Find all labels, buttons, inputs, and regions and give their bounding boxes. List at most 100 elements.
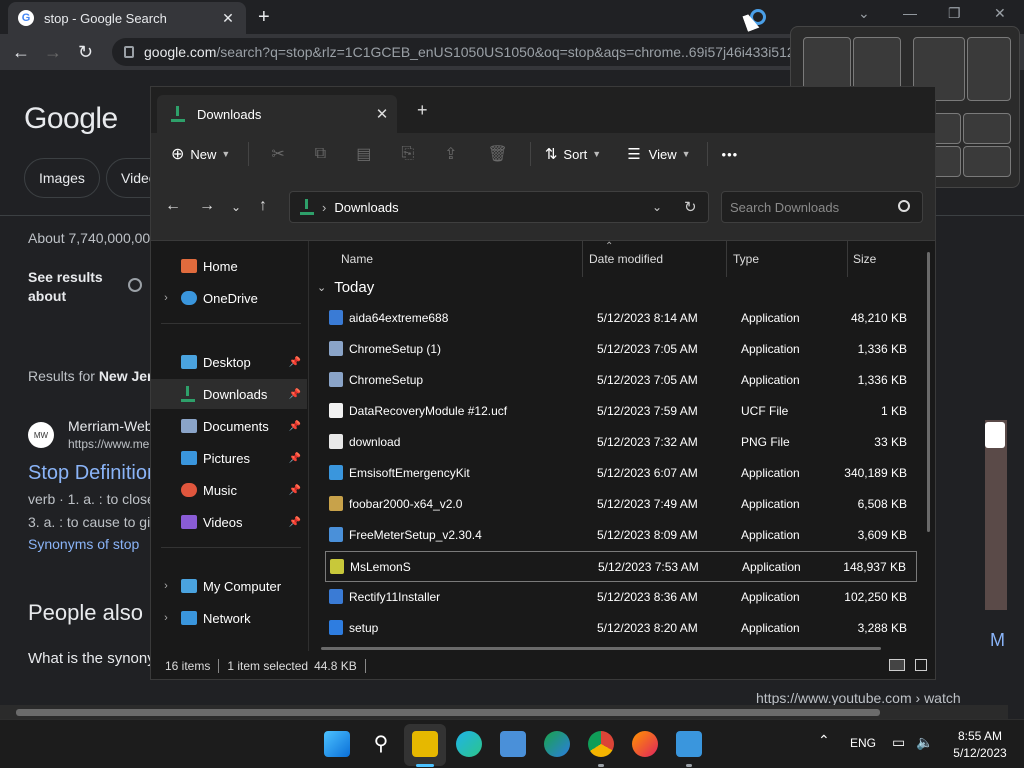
close-tab-button[interactable]: ✕	[367, 105, 397, 123]
view-button[interactable]: ☰ View ▼	[627, 145, 690, 163]
chrome-icon[interactable]	[588, 731, 614, 757]
tiles-view-icon[interactable]	[915, 659, 927, 671]
table-row[interactable]: setup 5/12/2023 8:20 AM Application 3,288 K…	[325, 613, 917, 644]
nav-home[interactable]: Home	[151, 251, 307, 281]
details-view-icon[interactable]	[889, 659, 905, 671]
paste-icon[interactable]: ▤	[356, 144, 371, 164]
nav-videos[interactable]: Videos 📌	[151, 507, 307, 537]
table-row[interactable]: EmsisoftEmergencyKit 5/12/2023 6:07 AM App…	[325, 458, 917, 489]
forward-arrow-icon[interactable]: →	[199, 197, 215, 215]
new-button[interactable]: ⊕ New ▼	[171, 144, 230, 164]
snap-zone[interactable]	[967, 37, 1011, 101]
sort-button[interactable]: ⇅ Sort ▼	[545, 145, 601, 163]
synonyms-link[interactable]: Synonyms of stop	[28, 536, 139, 552]
recent-locations-chevron-icon[interactable]: ⌄	[231, 200, 241, 214]
column-header-date[interactable]: Date modified	[589, 241, 663, 277]
nav-downloads[interactable]: Downloads 📌	[151, 379, 307, 409]
youtube-url[interactable]: https://www.youtube.com › watch	[756, 690, 961, 706]
result-title-link[interactable]: Stop Definition	[28, 462, 158, 485]
page-horizontal-scrollbar[interactable]	[0, 705, 1008, 719]
expand-chevron-icon[interactable]: ›	[151, 612, 181, 624]
up-arrow-icon[interactable]: ↑	[259, 197, 267, 215]
explorer-tab-downloads[interactable]: Downloads ✕	[157, 95, 397, 133]
minimize-button[interactable]: —	[903, 5, 917, 21]
group-header-today[interactable]: ⌄ Today	[317, 279, 374, 296]
nav-documents[interactable]: Documents 📌	[151, 411, 307, 441]
control-panel-icon[interactable]	[676, 731, 702, 757]
snap-zone[interactable]	[963, 146, 1011, 177]
show-hidden-icons-chevron-icon[interactable]: ⌃	[818, 732, 830, 749]
table-row[interactable]: ChromeSetup 5/12/2023 7:05 AM Application 1…	[325, 365, 917, 396]
language-indicator[interactable]: ENG	[850, 736, 876, 750]
column-divider[interactable]	[726, 241, 727, 277]
column-header-size[interactable]: Size	[853, 241, 876, 277]
nav-music[interactable]: Music 📌	[151, 475, 307, 505]
snap-zone[interactable]	[963, 113, 1011, 144]
table-row[interactable]: DataRecoveryModule #12.ucf 5/12/2023 7:59…	[325, 396, 917, 427]
store-icon[interactable]	[500, 731, 526, 757]
restore-button[interactable]: ❐	[948, 5, 961, 22]
column-divider[interactable]	[847, 241, 848, 277]
table-row[interactable]: aida64extreme688 5/12/2023 8:14 AM Applica…	[325, 303, 917, 334]
nav-desktop[interactable]: Desktop 📌	[151, 347, 307, 377]
share-icon[interactable]: ⇪	[444, 144, 457, 164]
address-bar[interactable]: › Downloads ⌄ ↻	[289, 191, 709, 223]
search-input[interactable]	[730, 199, 890, 215]
column-header-type[interactable]: Type	[733, 241, 759, 277]
search-icon[interactable]	[898, 200, 910, 212]
new-tab-button[interactable]: +	[417, 100, 428, 121]
tab-search-chevron-icon[interactable]: ⌄	[858, 5, 870, 22]
horizontal-scrollbar[interactable]	[321, 647, 881, 650]
table-row[interactable]: MsLemonS 5/12/2023 7:53 AM Application 148,…	[325, 551, 917, 582]
chrome-tab-google-search[interactable]: G stop - Google Search ✕	[8, 2, 246, 34]
nav-network[interactable]: › Network	[151, 603, 307, 633]
rename-icon[interactable]: ⎘	[401, 145, 414, 163]
vertical-scrollbar[interactable]	[927, 252, 930, 532]
address-bar[interactable]: google.com /search?q=stop&rlz=1C1GCEB_en…	[112, 38, 812, 66]
video-title-fragment[interactable]: M	[990, 630, 1005, 651]
search-icon[interactable]: ⚲	[368, 731, 394, 757]
start-windows-icon[interactable]	[324, 731, 350, 757]
app-icon[interactable]	[544, 731, 570, 757]
nav-my-computer[interactable]: › My Computer	[151, 571, 307, 601]
reload-icon[interactable]: ↻	[78, 42, 93, 63]
more-options-button[interactable]: •••	[722, 147, 739, 162]
close-tab-button[interactable]: ✕	[220, 10, 236, 27]
close-window-button[interactable]: ✕	[994, 5, 1006, 22]
table-row[interactable]: foobar2000-x64_v2.0 5/12/2023 7:49 AM Appl…	[325, 489, 917, 520]
volume-icon[interactable]: 🔈	[916, 734, 933, 751]
nav-pictures[interactable]: Pictures 📌	[151, 443, 307, 473]
clock[interactable]: 8:55 AM 5/12/2023	[940, 728, 1020, 762]
network-icon[interactable]: ▭	[892, 734, 905, 751]
new-tab-button[interactable]: +	[258, 6, 270, 29]
expand-chevron-icon[interactable]: ›	[151, 580, 181, 592]
back-arrow-icon[interactable]: ←	[165, 197, 181, 215]
table-row[interactable]: Rectify11Installer 5/12/2023 8:36 AM Appli…	[325, 582, 917, 613]
file-explorer-icon[interactable]	[412, 731, 438, 757]
copy-icon[interactable]: ⧉	[315, 145, 326, 163]
scrollbar-thumb[interactable]	[16, 709, 880, 716]
refresh-icon[interactable]: ↻	[684, 198, 697, 216]
breadcrumb[interactable]: Downloads	[334, 200, 398, 215]
delete-icon[interactable]: 🗑	[488, 144, 508, 164]
paa-question[interactable]: What is the synonym	[28, 650, 167, 667]
search-icon[interactable]	[128, 278, 142, 292]
column-header-name[interactable]: Name	[341, 241, 373, 277]
firefox-icon[interactable]	[632, 731, 658, 757]
back-arrow-icon[interactable]: ←	[12, 42, 30, 63]
video-thumbnail[interactable]	[985, 420, 1007, 610]
search-downloads-box[interactable]	[721, 191, 923, 223]
google-logo[interactable]: Google	[24, 102, 118, 136]
forward-arrow-icon[interactable]: →	[44, 42, 62, 63]
table-row[interactable]: ChromeSetup (1) 5/12/2023 7:05 AM Applicat…	[325, 334, 917, 365]
chip-images[interactable]: Images	[24, 158, 100, 198]
cut-icon[interactable]: ✂	[271, 144, 284, 164]
expand-chevron-icon[interactable]: ›	[151, 292, 181, 304]
edge-icon[interactable]	[456, 731, 482, 757]
address-history-chevron-icon[interactable]: ⌄	[652, 200, 662, 214]
collapse-chevron-icon[interactable]: ⌄	[317, 281, 326, 294]
column-divider[interactable]	[582, 241, 583, 277]
table-row[interactable]: download 5/12/2023 7:32 AM PNG File 33 KB	[325, 427, 917, 458]
table-row[interactable]: FreeMeterSetup_v2.30.4 5/12/2023 8:09 AM A…	[325, 520, 917, 551]
nav-onedrive[interactable]: › OneDrive	[151, 283, 307, 313]
